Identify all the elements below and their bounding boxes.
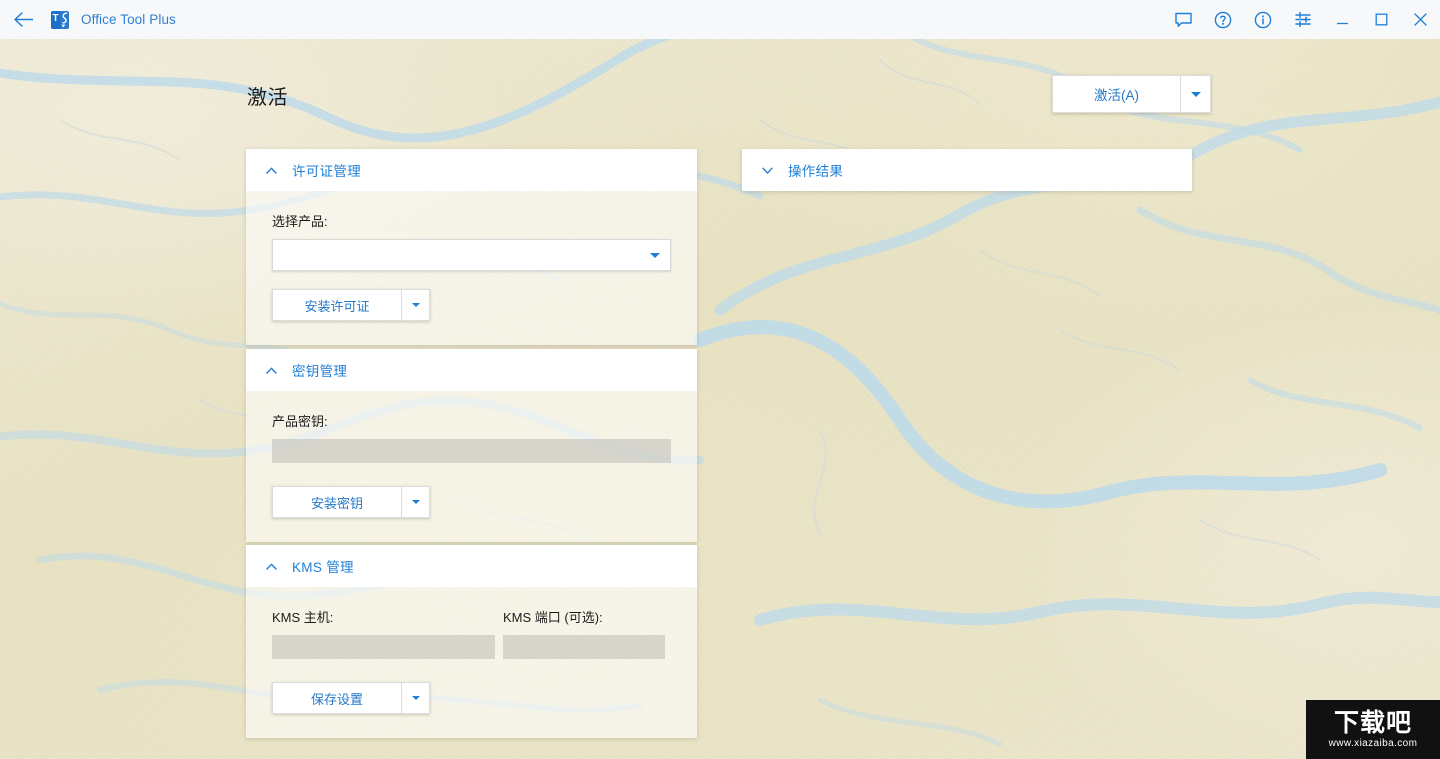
maximize-icon <box>1375 13 1388 26</box>
watermark-text: 下载吧 <box>1333 708 1412 737</box>
kms-host-field: KMS 主机: <box>272 607 495 659</box>
kms-card-body: KMS 主机: KMS 端口 (可选): 保存设置 <box>246 587 697 738</box>
app-logo-icon: T <box>51 10 69 29</box>
settings-sliders-icon <box>1295 11 1311 28</box>
kms-port-input[interactable] <box>503 635 665 659</box>
chevron-up-icon <box>263 563 279 570</box>
install-license-dropdown-button[interactable] <box>401 289 430 321</box>
key-card: 密钥管理 产品密钥: 安装密钥 <box>246 349 697 542</box>
license-card: 许可证管理 选择产品: 安装许可证 <box>246 149 697 345</box>
install-license-split-button: 安装许可证 <box>272 289 430 321</box>
chevron-down-icon <box>650 252 660 258</box>
chevron-down-icon <box>759 167 775 174</box>
select-product-label: 选择产品: <box>272 214 328 229</box>
back-arrow-icon <box>13 12 33 27</box>
page-title: 激活 <box>247 87 288 109</box>
maximize-button[interactable] <box>1362 0 1401 39</box>
settings-button[interactable] <box>1283 0 1323 39</box>
operation-result-card-header[interactable]: 操作结果 <box>742 149 1192 191</box>
kms-fields-row: KMS 主机: KMS 端口 (可选): <box>272 607 671 659</box>
key-card-body: 产品密钥: 安装密钥 <box>246 391 697 542</box>
kms-card-header[interactable]: KMS 管理 <box>246 545 697 587</box>
activate-dropdown-button[interactable] <box>1180 75 1211 113</box>
feedback-button[interactable] <box>1163 0 1203 39</box>
product-key-label: 产品密钥: <box>272 414 328 429</box>
license-card-body: 选择产品: 安装许可证 <box>246 191 697 345</box>
license-card-header[interactable]: 许可证管理 <box>246 149 697 191</box>
save-settings-dropdown-button[interactable] <box>401 682 430 714</box>
install-key-dropdown-button[interactable] <box>401 486 430 518</box>
back-button[interactable] <box>0 0 46 39</box>
chevron-down-icon <box>411 696 420 700</box>
save-settings-button[interactable]: 保存设置 <box>272 682 401 714</box>
kms-host-label: KMS 主机: <box>272 610 334 625</box>
info-button[interactable] <box>1243 0 1283 39</box>
chevron-up-icon <box>263 167 279 174</box>
chevron-down-icon <box>411 500 420 504</box>
select-product-combobox[interactable] <box>272 239 671 271</box>
page-content: 激活 激活(A) 许可证管理 选择产品: 安装许可证 密钥管理 产品密钥: 安装… <box>0 39 1440 759</box>
minimize-button[interactable] <box>1323 0 1362 39</box>
minimize-icon <box>1337 22 1348 24</box>
save-settings-split-button: 保存设置 <box>272 682 430 714</box>
title-bar: T Office Tool Plus <box>0 0 1440 39</box>
kms-port-field: KMS 端口 (可选): <box>503 607 671 659</box>
close-icon <box>1414 13 1427 26</box>
key-card-title: 密钥管理 <box>292 364 348 379</box>
activate-button[interactable]: 激活(A) <box>1052 75 1180 113</box>
watermark: 下载吧 www.xiazaiba.com <box>1306 700 1440 759</box>
info-icon <box>1254 11 1272 28</box>
install-key-split-button: 安装密钥 <box>272 486 430 518</box>
product-key-input[interactable] <box>272 439 671 463</box>
chevron-down-icon <box>411 303 420 307</box>
install-key-button[interactable]: 安装密钥 <box>272 486 401 518</box>
activate-split-button: 激活(A) <box>1052 75 1211 113</box>
chevron-up-icon <box>263 367 279 374</box>
operation-result-card-title: 操作结果 <box>788 164 844 179</box>
kms-card: KMS 管理 KMS 主机: KMS 端口 (可选): 保存设置 <box>246 545 697 738</box>
help-button[interactable] <box>1203 0 1243 39</box>
kms-host-input[interactable] <box>272 635 495 659</box>
key-card-header[interactable]: 密钥管理 <box>246 349 697 391</box>
app-title: Office Tool Plus <box>81 12 176 27</box>
help-icon <box>1214 11 1232 28</box>
feedback-icon <box>1174 12 1192 27</box>
app-logo-letter: T <box>52 13 59 24</box>
chevron-down-icon <box>1190 91 1201 97</box>
install-license-button[interactable]: 安装许可证 <box>272 289 401 321</box>
kms-port-label: KMS 端口 (可选): <box>503 610 603 625</box>
watermark-url: www.xiazaiba.com <box>1328 738 1418 749</box>
operation-result-card: 操作结果 <box>742 149 1192 191</box>
close-button[interactable] <box>1401 0 1440 39</box>
kms-card-title: KMS 管理 <box>292 560 354 575</box>
app-logo-swoosh <box>61 12 68 27</box>
license-card-title: 许可证管理 <box>292 164 361 179</box>
